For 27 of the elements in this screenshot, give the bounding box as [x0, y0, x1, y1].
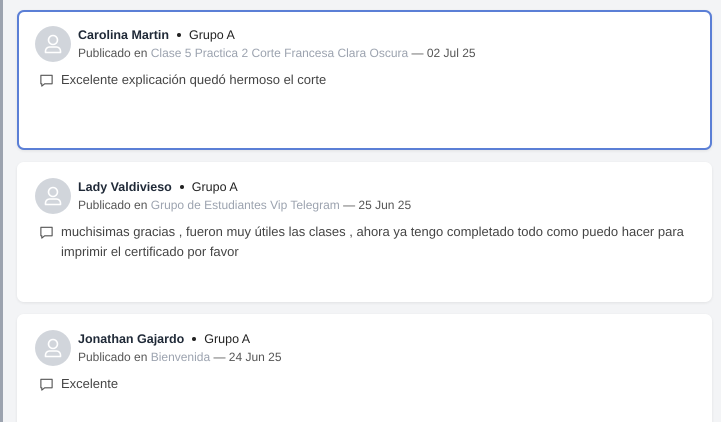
post-meta: Publicado en Bienvenida — 24 Jun 25	[78, 350, 282, 364]
avatar-icon	[35, 330, 71, 366]
author-name: Carolina Martin	[78, 28, 169, 42]
comment-icon	[39, 377, 54, 392]
separator-dot	[177, 33, 181, 37]
author-name: Jonathan Gajardo	[78, 332, 184, 346]
separator-dot	[180, 185, 184, 189]
post-card[interactable]: Jonathan Gajardo Grupo A Publicado en Bienvenida — 24 Jun 25 Excelente	[17, 314, 712, 422]
comment-icon	[39, 225, 54, 240]
topic-link[interactable]: Bienvenida	[150, 350, 210, 364]
avatar-icon	[35, 178, 71, 214]
post-meta: Publicado en Clase 5 Practica 2 Corte Francesa Clara Oscura — 02 Jul 25	[78, 46, 476, 60]
comment-icon	[39, 73, 54, 88]
post-card[interactable]: Carolina Martin Grupo A Publicado en Clase 5 Practica 2 Corte Francesa Clara Oscura — 02 Jul 25 Excelente explicación quedó hermoso el corte	[17, 10, 712, 150]
separator-dot	[192, 337, 196, 341]
group-label: Grupo A	[192, 180, 238, 194]
comment-text: Excelente	[61, 375, 118, 393]
author-name: Lady Valdivieso	[78, 180, 172, 194]
group-label: Grupo A	[204, 332, 250, 346]
comment-text: Excelente explicación quedó hermoso el corte	[61, 71, 326, 89]
avatar-icon	[35, 26, 71, 62]
post-card[interactable]	[17, 162, 712, 302]
comment-text: muchisimas gracias , fueron muy útiles las clases , ahora ya tengo completado todo como puedo hacer para imprimir el certificado por favor	[61, 223, 685, 261]
post-meta: Publicado en Grupo de Estudiantes Vip Telegram — 25 Jun 25	[78, 198, 412, 212]
topic-link[interactable]: Clase 5 Practica 2 Corte Francesa Clara Oscura	[150, 46, 408, 60]
topic-link[interactable]: Grupo de Estudiantes Vip Telegram	[150, 198, 340, 212]
group-label: Grupo A	[189, 28, 235, 42]
